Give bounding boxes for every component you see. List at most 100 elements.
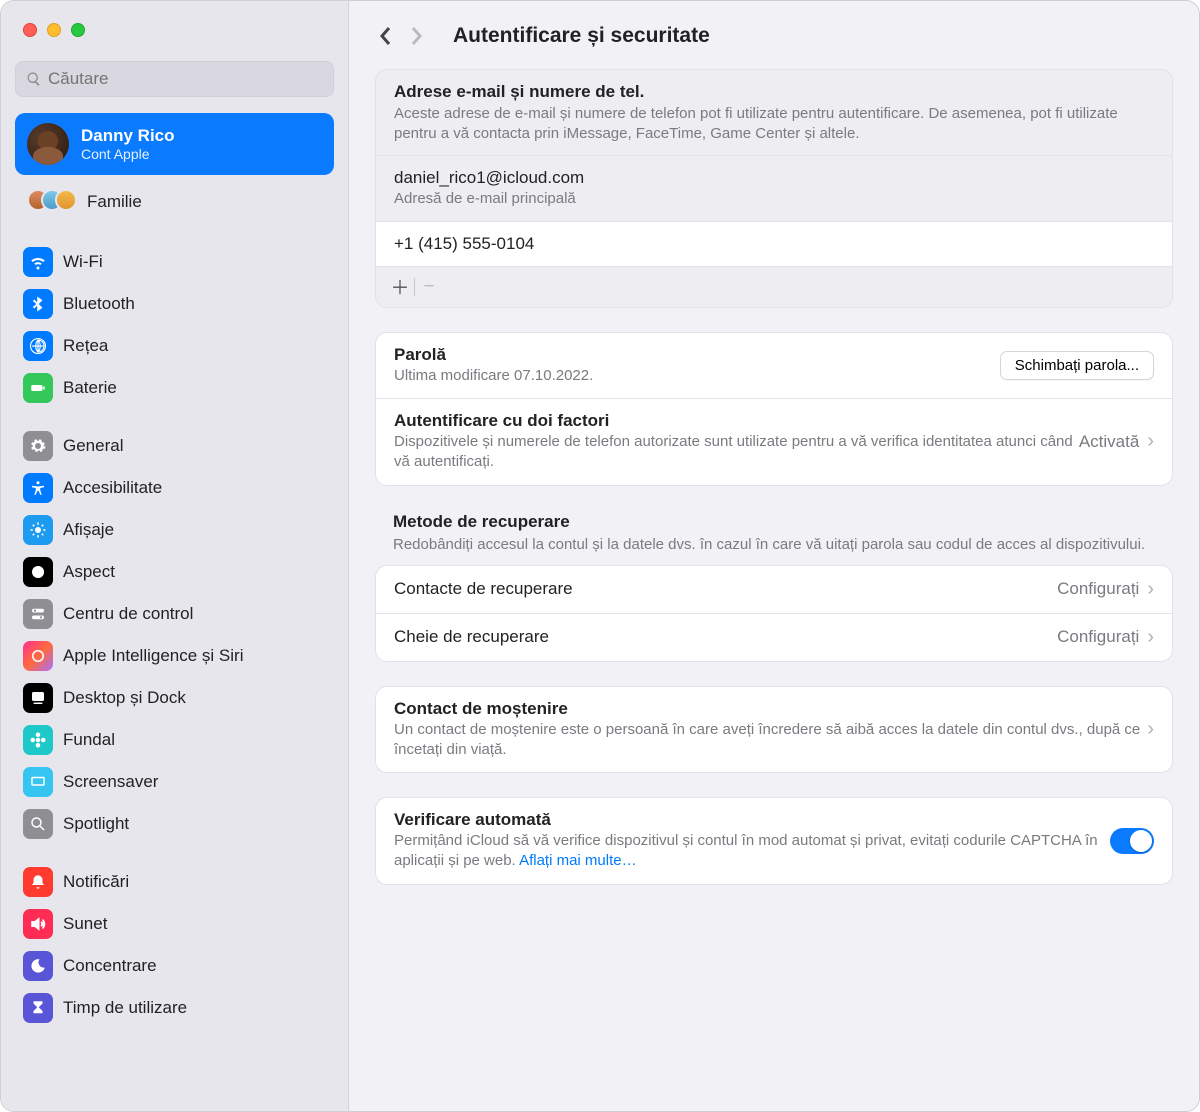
sidebar-item-battery[interactable]: Baterie [15,367,334,409]
emails-card: Adrese e-mail și numere de tel. Aceste a… [375,69,1173,308]
sidebar-item-appearance[interactable]: Aspect [15,551,334,593]
account-name: Danny Rico [81,126,175,146]
sidebar-item-label: Afișaje [63,520,114,540]
phone-row[interactable]: +1 (415) 555-0104 [376,222,1172,266]
sidebar-item-screen-time[interactable]: Timp de utilizare [15,987,334,1029]
legacy-desc: Un contact de moștenire este o persoană … [394,720,1147,761]
remove-button[interactable]: − [415,273,443,301]
minimize-window-button[interactable] [47,23,61,37]
primary-email-row[interactable]: daniel_rico1@icloud.com Adresă de e-mail… [376,156,1172,221]
auto-verify-row: Verificare automată Permițând iCloud să … [376,798,1172,884]
sidebar-item-wifi[interactable]: Wi-Fi [15,241,334,283]
sidebar-item-bluetooth[interactable]: Bluetooth [15,283,334,325]
search-field[interactable] [15,61,334,97]
screensaver-icon [23,767,53,797]
settings-window: Danny Rico Cont Apple Familie Wi-Fi Blue… [0,0,1200,1112]
sidebar-item-screensaver[interactable]: Screensaver [15,761,334,803]
sidebar-item-sound[interactable]: Sunet [15,903,334,945]
recovery-desc: Redobândiți accesul la contul și la date… [393,534,1155,555]
page-title: Autentificare și securitate [453,24,710,48]
sidebar-item-label: Sunet [63,914,107,934]
sidebar-item-control-center[interactable]: Centru de control [15,593,334,635]
sidebar-item-label: Centru de control [63,604,193,624]
password-card: Parolă Ultima modificare 07.10.2022. Sch… [375,332,1173,486]
password-title: Parolă [394,345,1000,365]
add-button[interactable]: ＋ [386,273,414,301]
password-row: Parolă Ultima modificare 07.10.2022. Sch… [376,333,1172,398]
auto-verify-desc: Permițând iCloud să vă verifice dispozit… [394,831,1110,872]
sidebar-item-label: Wi-Fi [63,252,103,272]
chevron-right-icon: › [1147,718,1154,741]
family-avatars [27,189,79,215]
sidebar-item-label: Screensaver [63,772,158,792]
change-password-button[interactable]: Schimbați parola... [1000,351,1154,380]
sidebar-item-notifications[interactable]: Notificări [15,861,334,903]
forward-button[interactable] [401,21,431,51]
sidebar-item-general[interactable]: General [15,425,334,467]
bell-icon [23,867,53,897]
search-icon [26,71,42,87]
sidebar-item-displays[interactable]: Afișaje [15,509,334,551]
family-label: Familie [87,192,142,212]
auto-verify-title: Verificare automată [394,810,1110,830]
back-button[interactable] [371,21,401,51]
wifi-icon [23,247,53,277]
search-input[interactable] [48,69,323,89]
two-factor-title: Autentificare cu doi factori [394,411,1079,431]
sidebar-item-label: Timp de utilizare [63,998,187,1018]
recovery-key-value: Configurați [1057,627,1139,647]
primary-email-value: daniel_rico1@icloud.com [394,168,1154,188]
sidebar-item-label: Rețea [63,336,108,356]
recovery-key-row[interactable]: Cheie de recuperare Configurați › [376,614,1172,661]
accessibility-icon [23,473,53,503]
sidebar-family[interactable]: Familie [15,179,334,225]
chevron-right-icon: › [1147,578,1154,601]
sidebar-item-apple-intelligence[interactable]: Apple Intelligence și Siri [15,635,334,677]
sidebar-item-wallpaper[interactable]: Fundal [15,719,334,761]
auto-verify-toggle[interactable] [1110,828,1154,854]
sidebar: Danny Rico Cont Apple Familie Wi-Fi Blue… [1,1,349,1111]
recovery-title: Metode de recuperare [393,512,1155,532]
header: Autentificare și securitate [349,1,1199,69]
flower-icon [23,725,53,755]
sidebar-account[interactable]: Danny Rico Cont Apple [15,113,334,175]
chevron-right-icon: › [1147,626,1154,649]
globe-icon [23,331,53,361]
recovery-card: Contacte de recuperare Configurați › Che… [375,565,1173,662]
primary-email-sub: Adresă de e-mail principală [394,189,1154,209]
sidebar-item-label: Spotlight [63,814,129,834]
dock-icon [23,683,53,713]
password-sub: Ultima modificare 07.10.2022. [394,366,1000,386]
recovery-header: Metode de recuperare Redobândiți accesul… [375,510,1173,565]
search-icon [23,809,53,839]
appearance-icon [23,557,53,587]
sidebar-item-label: Concentrare [63,956,157,976]
sun-icon [23,515,53,545]
hourglass-icon [23,993,53,1023]
sidebar-item-label: Accesibilitate [63,478,162,498]
legacy-row[interactable]: Contact de moștenire Un contact de moște… [376,687,1172,773]
zoom-window-button[interactable] [71,23,85,37]
bluetooth-icon [23,289,53,319]
emails-title: Adrese e-mail și numere de tel. [394,82,1154,102]
two-factor-row[interactable]: Autentificare cu doi factori Dispozitive… [376,399,1172,485]
close-window-button[interactable] [23,23,37,37]
sidebar-item-label: Desktop și Dock [63,688,186,708]
recovery-contacts-label: Contacte de recuperare [394,579,1057,599]
sidebar-item-spotlight[interactable]: Spotlight [15,803,334,845]
sidebar-item-accessibility[interactable]: Accesibilitate [15,467,334,509]
sidebar-item-focus[interactable]: Concentrare [15,945,334,987]
learn-more-link[interactable]: Aflați mai multe… [519,852,637,869]
sidebar-item-network[interactable]: Rețea [15,325,334,367]
two-factor-desc: Dispozitivele și numerele de telefon aut… [394,432,1079,473]
sidebar-item-desktop-dock[interactable]: Desktop și Dock [15,677,334,719]
main-content: Autentificare și securitate Adrese e-mai… [349,1,1199,1111]
auto-verify-card: Verificare automată Permițând iCloud să … [375,797,1173,885]
legacy-title: Contact de moștenire [394,699,1147,719]
sidebar-item-label: Aspect [63,562,115,582]
recovery-contacts-row[interactable]: Contacte de recuperare Configurați › [376,566,1172,613]
sidebar-item-label: General [63,436,123,456]
sliders-icon [23,599,53,629]
speaker-icon [23,909,53,939]
sidebar-item-label: Fundal [63,730,115,750]
